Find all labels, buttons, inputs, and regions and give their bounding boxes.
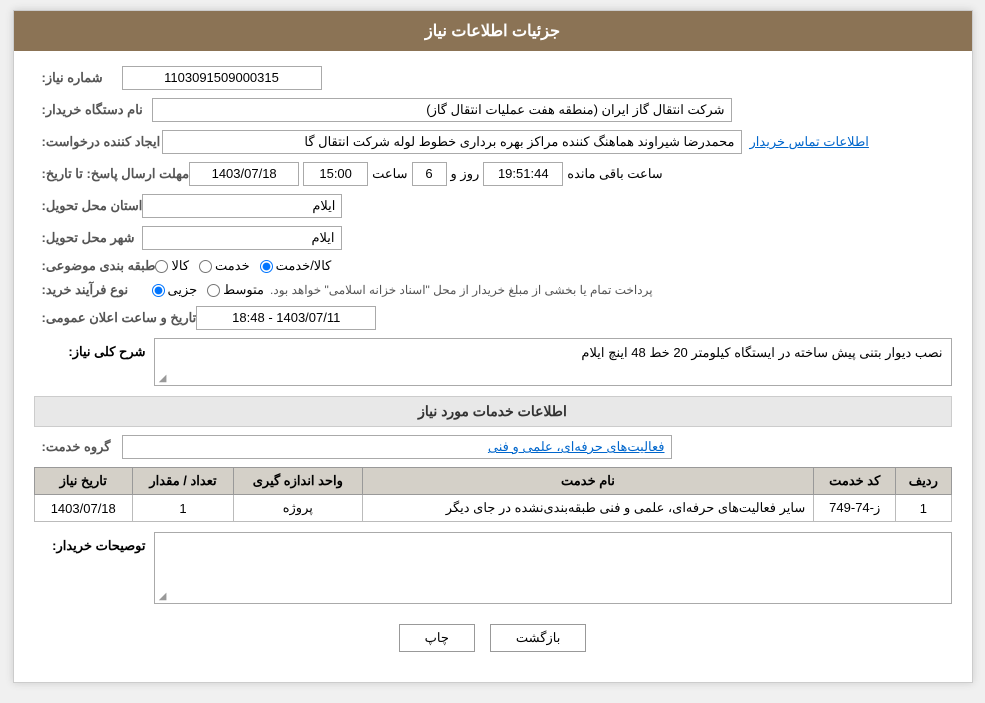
creator-contact-link[interactable]: اطلاعات تماس خریدار	[750, 134, 869, 150]
category-row: کالا/خدمت خدمت کالا طبقه بندی موضوعی:	[34, 258, 952, 274]
purchase-type-content: پرداخت تمام یا بخشی از مبلغ خریدار از مح…	[152, 282, 952, 298]
col-service-code: کد خدمت	[814, 468, 896, 495]
cell-need-date: 1403/07/18	[34, 495, 133, 522]
purchase-type-row: پرداخت تمام یا بخشی از مبلغ خریدار از مح…	[34, 282, 952, 298]
col-service-name: نام خدمت	[362, 468, 814, 495]
purchase-type-option-jozi: جزیی	[152, 282, 198, 298]
page-header: جزئیات اطلاعات نیاز	[14, 11, 972, 51]
cell-unit: پروژه	[234, 495, 363, 522]
category-label-kala-khadmat: کالا/خدمت	[276, 258, 332, 274]
purchase-type-radio-group: متوسط جزیی	[152, 282, 265, 298]
category-radio-kala-khadmat[interactable]	[260, 260, 273, 273]
purchase-type-radio-motavaset[interactable]	[207, 284, 220, 297]
page-title: جزئیات اطلاعات نیاز	[425, 23, 560, 40]
buyer-comments-box-wrapper: ◢	[154, 532, 952, 609]
province-value: ایلام	[142, 194, 342, 218]
requester-label: نام دستگاه خریدار:	[42, 102, 152, 118]
need-number-row: 1103091509000315 شماره نیاز:	[34, 66, 952, 90]
col-quantity: تعداد / مقدار	[133, 468, 234, 495]
remaining-group: ساعت باقی مانده 19:51:44 روز و 6 ساعت 15…	[189, 162, 663, 186]
need-number-label: شماره نیاز:	[42, 70, 122, 86]
category-option-khadmat: خدمت	[199, 258, 250, 274]
response-date-row: ساعت باقی مانده 19:51:44 روز و 6 ساعت 15…	[34, 162, 952, 186]
col-row-num: ردیف	[896, 468, 951, 495]
need-desc-section: نصب دیوار بتنی پیش ساخته در ایستگاه کیلو…	[34, 338, 952, 386]
services-table-header-row: ردیف کد خدمت نام خدمت واحد اندازه گیری ت…	[34, 468, 951, 495]
category-label-kala: کالا	[171, 258, 189, 274]
purchase-type-note: پرداخت تمام یا بخشی از مبلغ خریدار از مح…	[270, 283, 653, 297]
resize-handle: ◢	[155, 373, 167, 385]
buyer-comments-label: توصیحات خریدار:	[34, 532, 154, 554]
province-label: استان محل تحویل:	[42, 198, 143, 214]
buyer-comments-section: ◢ توصیحات خریدار:	[34, 532, 952, 609]
category-radio-khadmat[interactable]	[199, 260, 212, 273]
need-number-value: 1103091509000315	[122, 66, 322, 90]
category-option-kala: کالا	[155, 258, 189, 274]
purchase-type-label-jozi: جزیی	[168, 282, 198, 298]
services-section-title: اطلاعات خدمات مورد نیاز	[34, 396, 952, 427]
purchase-type-radio-jozi[interactable]	[152, 284, 165, 297]
purchase-type-option-motavaset: متوسط	[207, 282, 264, 298]
purchase-type-label: نوع فرآیند خرید:	[42, 282, 152, 298]
page-container: جزئیات اطلاعات نیاز 1103091509000315 شما…	[13, 10, 973, 683]
announce-value: 1403/07/11 - 18:48	[196, 306, 376, 330]
button-row: بازگشت چاپ	[34, 624, 952, 652]
creator-label: ایجاد کننده درخواست:	[42, 134, 162, 150]
response-time-label: ساعت	[372, 166, 407, 182]
cell-service-code: ز-74-749	[814, 495, 896, 522]
cell-service-name: سایر فعالیت‌های حرفه‌ای، علمی و فنی طبقه…	[362, 495, 814, 522]
category-radio-group: کالا/خدمت خدمت کالا	[155, 258, 331, 274]
response-date-value: 1403/07/18	[189, 162, 299, 186]
col-need-date: تاریخ نیاز	[34, 468, 133, 495]
category-radio-kala[interactable]	[155, 260, 168, 273]
buyer-comments-inner	[155, 533, 951, 603]
service-group-row: فعالیت‌های حرفه‌ای، علمی و فنی گروه خدمت…	[34, 435, 952, 459]
city-row: ایلام شهر محل تحویل:	[34, 226, 952, 250]
purchase-type-label-motavaset: متوسط	[223, 282, 264, 298]
services-table-body: 1 ز-74-749 سایر فعالیت‌های حرفه‌ای، علمی…	[34, 495, 951, 522]
table-row: 1 ز-74-749 سایر فعالیت‌های حرفه‌ای، علمی…	[34, 495, 951, 522]
remaining-time-label: ساعت باقی مانده	[567, 166, 662, 182]
print-button[interactable]: چاپ	[399, 624, 475, 652]
response-date-label: مهلت ارسال پاسخ: تا تاریخ:	[42, 166, 190, 182]
requester-value: شرکت انتقال گاز ایران (منطقه هفت عملیات …	[152, 98, 732, 122]
category-label: طبقه بندی موضوعی:	[42, 258, 156, 274]
col-unit: واحد اندازه گیری	[234, 468, 363, 495]
response-days-label: روز و	[451, 166, 480, 182]
response-time-value: 15:00	[303, 162, 368, 186]
comments-resize-handle: ◢	[155, 591, 167, 603]
cell-row-num: 1	[896, 495, 951, 522]
buyer-comments-box: ◢	[154, 532, 952, 604]
response-days-value: 6	[412, 162, 447, 186]
services-table-head: ردیف کد خدمت نام خدمت واحد اندازه گیری ت…	[34, 468, 951, 495]
need-desc-box: نصب دیوار بتنی پیش ساخته در ایستگاه کیلو…	[154, 338, 952, 386]
city-label: شهر محل تحویل:	[42, 230, 142, 246]
remaining-time-value: 19:51:44	[483, 162, 563, 186]
creator-value: محمدرضا شیراوند هماهنگ کننده مراکز بهره …	[162, 130, 742, 154]
announce-label: تاریخ و ساعت اعلان عمومی:	[42, 310, 197, 326]
service-group-value: فعالیت‌های حرفه‌ای، علمی و فنی	[122, 435, 672, 459]
category-option-kala-khadmat: کالا/خدمت	[260, 258, 332, 274]
content-area: 1103091509000315 شماره نیاز: شرکت انتقال…	[14, 51, 972, 682]
back-button[interactable]: بازگشت	[490, 624, 586, 652]
category-label-khadmat: خدمت	[215, 258, 250, 274]
creator-row: اطلاعات تماس خریدار محمدرضا شیراوند هماه…	[34, 130, 952, 154]
requester-row: شرکت انتقال گاز ایران (منطقه هفت عملیات …	[34, 98, 952, 122]
need-desc-label: شرح کلی نیاز:	[34, 338, 154, 360]
services-table: ردیف کد خدمت نام خدمت واحد اندازه گیری ت…	[34, 467, 952, 522]
announce-row: 1403/07/11 - 18:48 تاریخ و ساعت اعلان عم…	[34, 306, 952, 330]
service-group-label: گروه خدمت:	[42, 439, 122, 455]
province-row: ایلام استان محل تحویل:	[34, 194, 952, 218]
cell-quantity: 1	[133, 495, 234, 522]
need-desc-value: نصب دیوار بتنی پیش ساخته در ایستگاه کیلو…	[581, 345, 942, 360]
city-value: ایلام	[142, 226, 342, 250]
